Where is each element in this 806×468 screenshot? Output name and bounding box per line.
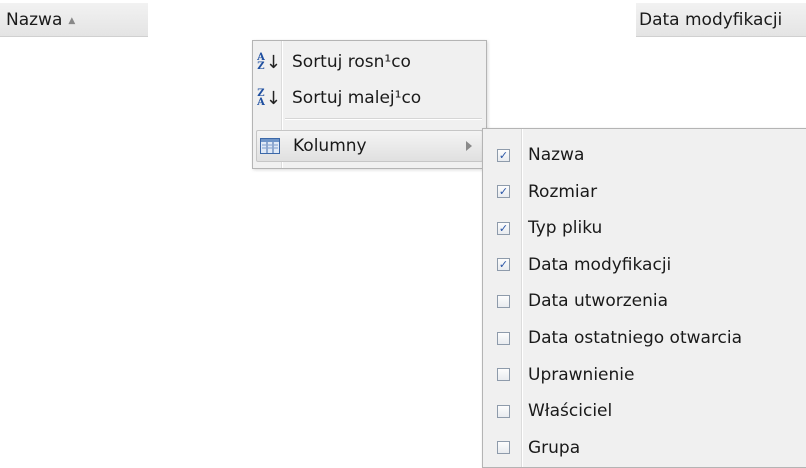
column-toggle-label: Data ostatniego otwarcia: [528, 328, 743, 348]
checkbox-unchecked[interactable]: [497, 331, 510, 345]
checkbox-checked[interactable]: ✓: [497, 148, 510, 162]
menu-item-label: Kolumny: [293, 136, 367, 156]
column-toggle-item[interactable]: ✓ Data modyfikacji: [483, 247, 806, 283]
sort-ascending-icon: ▲: [68, 15, 76, 26]
menu-item-sort-descending[interactable]: ZA ↓ Sortuj malej¹co: [256, 82, 483, 114]
column-toggle-item[interactable]: ✓ Nazwa: [483, 137, 806, 173]
checkbox-checked[interactable]: ✓: [497, 221, 510, 235]
checkbox-unchecked[interactable]: [497, 368, 510, 382]
menu-item-sort-ascending[interactable]: AZ ↓ Sortuj rosn¹co: [256, 46, 483, 78]
column-toggle-item[interactable]: Grupa: [483, 430, 806, 466]
column-toggle-label: Rozmiar: [528, 181, 598, 202]
menu-separator: [285, 118, 482, 120]
column-toggle-label: Data modyfikacji: [528, 254, 672, 275]
column-context-menu: AZ ↓ Sortuj rosn¹co ZA ↓ Sortuj malej¹co: [252, 40, 487, 169]
column-toggle-item[interactable]: Uprawnienie: [483, 357, 806, 393]
column-toggle-item[interactable]: Właściciel: [483, 393, 806, 429]
columns-icon: [257, 138, 283, 154]
column-header-modified-label: Data modyfikacji: [639, 9, 783, 30]
check-icon: ✓: [498, 148, 509, 162]
column-header-modified[interactable]: Data modyfikacji: [636, 3, 806, 37]
columns-submenu: ✓ Nazwa ✓ Rozmiar ✓ Typ pliku ✓ Data modyfikacj…: [482, 128, 806, 468]
check-icon: ✓: [498, 185, 509, 199]
submenu-arrow-icon: [466, 141, 472, 151]
column-toggle-label: Data utworzenia: [528, 291, 669, 312]
column-toggle-item[interactable]: ✓ Typ pliku: [483, 210, 806, 246]
column-toggle-item[interactable]: Data utworzenia: [483, 283, 806, 319]
check-icon: ✓: [498, 221, 509, 235]
checkbox-checked[interactable]: ✓: [497, 258, 510, 272]
column-toggle-label: Grupa: [528, 437, 581, 458]
checkbox-unchecked[interactable]: [497, 294, 510, 308]
sort-az-icon: AZ ↓: [257, 51, 281, 73]
sort-za-icon: ZA ↓: [257, 87, 281, 109]
column-toggle-label: Nazwa: [528, 145, 585, 165]
checkbox-unchecked[interactable]: [497, 404, 510, 418]
column-toggle-label: Typ pliku: [528, 218, 603, 239]
column-header-name-label: Nazwa: [6, 9, 63, 30]
column-toggle-label: Uprawnienie: [528, 364, 635, 385]
column-toggle-label: Właściciel: [528, 401, 613, 422]
menu-item-label: Sortuj rosn¹co: [292, 52, 411, 72]
check-icon: ✓: [498, 258, 509, 272]
column-toggle-item[interactable]: Data ostatniego otwarcia: [483, 320, 806, 356]
column-header-name[interactable]: Nazwa ▲: [0, 3, 148, 37]
column-toggle-item[interactable]: ✓ Rozmiar: [483, 174, 806, 210]
checkbox-checked[interactable]: ✓: [497, 185, 510, 199]
checkbox-unchecked[interactable]: [497, 441, 510, 455]
menu-item-label: Sortuj malej¹co: [292, 88, 422, 108]
menu-item-columns[interactable]: Kolumny: [256, 130, 483, 162]
